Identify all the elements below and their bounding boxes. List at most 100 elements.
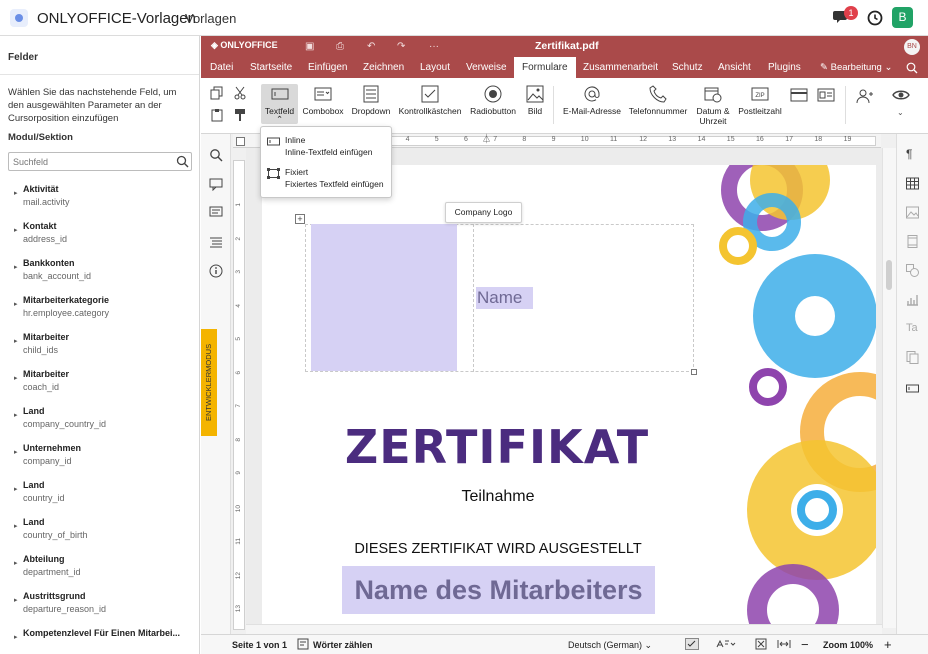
table-move-handle[interactable]: + xyxy=(295,214,305,224)
expand-arrow-icon[interactable]: ▸ xyxy=(14,485,18,493)
textfield-button[interactable]: Textfeld ⌃ xyxy=(262,85,297,124)
image-button[interactable]: Bild xyxy=(524,85,546,116)
field-list-item[interactable]: ▸ Land country_of_birth xyxy=(0,516,199,553)
paste-icon[interactable] xyxy=(210,108,224,122)
field-list-item[interactable]: ▸ Mitarbeiter child_ids xyxy=(0,331,199,368)
expand-arrow-icon[interactable]: ▸ xyxy=(14,448,18,456)
page-indicator[interactable]: Seite 1 von 1 xyxy=(232,640,287,650)
paragraph-settings-icon[interactable]: ¶ xyxy=(906,147,919,161)
indent-marker[interactable]: ⏃ xyxy=(482,132,491,145)
expand-arrow-icon[interactable]: ▸ xyxy=(14,522,18,530)
zoom-out-button[interactable]: − xyxy=(801,637,809,652)
view-form-icon[interactable] xyxy=(892,88,910,102)
redo-icon[interactable]: ↷ xyxy=(397,41,405,52)
email-button[interactable]: E-Mail-Adresse xyxy=(560,85,624,116)
horizontal-scrollbar[interactable] xyxy=(246,624,882,634)
spellcheck-icon[interactable] xyxy=(685,638,699,650)
menu-item-inline[interactable]: Inline Inline-Textfeld einfügen xyxy=(261,132,393,164)
field-list-item[interactable]: ▸ Kontakt address_id xyxy=(0,220,199,257)
employee-name-field[interactable]: Name des Mitarbeiters xyxy=(342,566,655,614)
name-form-field[interactable]: Name xyxy=(476,287,533,309)
expand-arrow-icon[interactable]: ▸ xyxy=(14,189,18,197)
expand-arrow-icon[interactable]: ▸ xyxy=(14,374,18,382)
format-painter-icon[interactable] xyxy=(233,108,247,122)
tab-schutz[interactable]: Schutz xyxy=(672,62,703,73)
expand-arrow-icon[interactable]: ▸ xyxy=(14,226,18,234)
language-selector[interactable]: Deutsch (German) ⌄ xyxy=(568,640,652,651)
editor-user-avatar[interactable]: BN xyxy=(904,39,920,55)
table-settings-icon[interactable] xyxy=(906,177,919,190)
expand-arrow-icon[interactable]: ▸ xyxy=(14,559,18,567)
table-resize-handle[interactable] xyxy=(691,369,697,375)
manage-roles-icon[interactable] xyxy=(856,88,874,104)
tab-plugins[interactable]: Plugins xyxy=(768,62,801,73)
tab-zeichnen[interactable]: Zeichnen xyxy=(363,62,404,73)
chat-panel-icon[interactable] xyxy=(209,206,223,220)
search-input[interactable] xyxy=(8,152,192,171)
find-icon[interactable] xyxy=(209,148,223,162)
field-list-item[interactable]: ▸ Abteilung department_id xyxy=(0,553,199,590)
checkbox-button[interactable]: Kontrollkästchen xyxy=(397,85,463,116)
menu-item-fixed[interactable]: Fixiert Fixiertes Textfeld einfügen xyxy=(261,164,393,196)
editor-search-icon[interactable] xyxy=(906,62,918,74)
field-list-item[interactable]: ▸ Aktivität mail.activity xyxy=(0,183,199,220)
expand-arrow-icon[interactable]: ▸ xyxy=(14,596,18,604)
expand-arrow-icon[interactable]: ▸ xyxy=(14,411,18,419)
field-list-item[interactable]: ▸ Austrittsgrund departure_reason_id xyxy=(0,590,199,627)
complex-field-icon[interactable] xyxy=(817,88,835,102)
credit-card-icon[interactable] xyxy=(790,88,808,102)
expand-arrow-icon[interactable]: ▸ xyxy=(14,300,18,308)
user-avatar[interactable]: B xyxy=(892,7,913,28)
text-art-icon[interactable]: Ta xyxy=(906,322,919,335)
edit-mode-selector[interactable]: ✎ Bearbeitung ⌄ xyxy=(820,62,892,73)
header-footer-icon[interactable] xyxy=(906,235,919,248)
zoom-level[interactable]: Zoom 100% xyxy=(823,640,873,650)
field-list-item[interactable]: ▸ Unternehmen company_id xyxy=(0,442,199,479)
vertical-scroll-thumb[interactable] xyxy=(886,260,892,290)
zipcode-button[interactable]: ZIP Postleitzahl xyxy=(736,85,784,116)
field-list-item[interactable]: ▸ Bankkonten bank_account_id xyxy=(0,257,199,294)
info-icon[interactable] xyxy=(209,264,223,278)
navigation-icon[interactable] xyxy=(209,235,223,249)
more-icon[interactable]: ··· xyxy=(429,41,439,52)
field-list-item[interactable]: ▸ Land company_country_id xyxy=(0,405,199,442)
cut-icon[interactable] xyxy=(233,86,247,100)
company-logo-field[interactable] xyxy=(311,224,457,371)
tab-verweise[interactable]: Verweise xyxy=(466,62,507,73)
search-icon[interactable] xyxy=(176,155,189,168)
radiobutton-button[interactable]: Radiobutton xyxy=(469,85,517,116)
fit-page-icon[interactable] xyxy=(755,638,767,650)
zoom-in-button[interactable]: + xyxy=(884,637,892,652)
mail-merge-icon[interactable] xyxy=(906,351,919,364)
tab-datei[interactable]: Datei xyxy=(210,62,233,73)
fit-width-icon[interactable] xyxy=(777,638,791,650)
image-settings-icon[interactable] xyxy=(906,206,919,219)
track-changes-icon[interactable] xyxy=(716,638,736,650)
phone-button[interactable]: Telefonnummer xyxy=(627,85,689,116)
dropdown-button[interactable]: Dropdown xyxy=(350,85,392,116)
field-list-item[interactable]: ▸ Kompetenzlevel Für Einen Mitarbei... xyxy=(0,627,199,654)
field-list-item[interactable]: ▸ Land country_id xyxy=(0,479,199,516)
vertical-scrollbar[interactable] xyxy=(882,148,896,628)
clock-icon[interactable] xyxy=(867,10,883,26)
field-list-item[interactable]: ▸ Mitarbeiter coach_id xyxy=(0,368,199,405)
shape-settings-icon[interactable] xyxy=(906,264,919,277)
copy-icon[interactable] xyxy=(210,86,224,100)
tab-stop-selector[interactable] xyxy=(236,137,245,146)
view-form-chevron-icon[interactable]: ⌄ xyxy=(897,108,904,117)
comments-icon[interactable] xyxy=(209,177,223,191)
save-icon[interactable]: ▣ xyxy=(305,41,314,52)
form-settings-icon[interactable] xyxy=(906,382,919,395)
tab-formulare[interactable]: Formulare xyxy=(522,62,568,73)
expand-arrow-icon[interactable]: ▸ xyxy=(14,633,18,641)
datetime-button[interactable]: Datum & Uhrzeit xyxy=(694,85,732,126)
tab-layout[interactable]: Layout xyxy=(420,62,450,73)
tab-einfuegen[interactable]: Einfügen xyxy=(308,62,347,73)
tab-startseite[interactable]: Startseite xyxy=(250,62,292,73)
tab-zusammenarbeit[interactable]: Zusammenarbeit xyxy=(583,62,658,73)
expand-arrow-icon[interactable]: ▸ xyxy=(14,263,18,271)
tab-ansicht[interactable]: Ansicht xyxy=(718,62,751,73)
expand-arrow-icon[interactable]: ▸ xyxy=(14,337,18,345)
undo-icon[interactable]: ↶ xyxy=(367,41,375,52)
field-list-item[interactable]: ▸ Mitarbeiterkategorie hr.employee.categor… xyxy=(0,294,199,331)
